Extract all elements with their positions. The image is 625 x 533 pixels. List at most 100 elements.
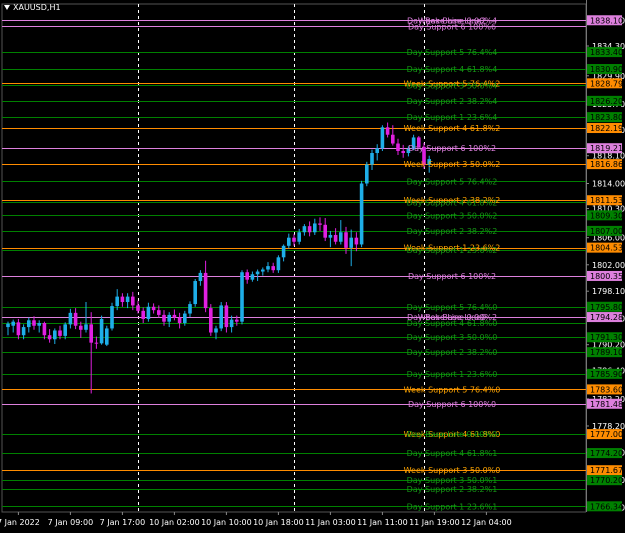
level-label: Day Support 4 61.8%1 xyxy=(407,449,498,458)
candle-body xyxy=(193,281,197,305)
candle-body xyxy=(396,143,400,151)
candle-body xyxy=(203,272,208,309)
candle-body xyxy=(141,310,145,319)
level-label: Day Support 6 100%2 xyxy=(408,144,496,153)
price-tag-label: 1783.60 xyxy=(590,385,623,394)
candle-body xyxy=(94,342,99,344)
level-label: Week Support 5 76.4%0 xyxy=(404,385,501,394)
price-tick-label: 1814.00 xyxy=(592,179,625,188)
candle-body xyxy=(162,314,166,322)
level-label: Day Support 3 50.0%0 xyxy=(407,333,498,342)
candle-body xyxy=(318,223,322,225)
candle-body xyxy=(42,323,47,336)
price-tag-label: 1770.20 xyxy=(590,476,623,485)
level-label: Week Support 3 50.0%2 xyxy=(404,160,501,169)
level-label: Day Support 3 50.0%2 xyxy=(407,211,498,220)
candle-body xyxy=(333,234,338,242)
time-tick-label: 7 Jan 17:00 xyxy=(100,518,146,527)
candle-body xyxy=(250,274,255,280)
candle-body xyxy=(307,226,312,233)
level-label: Day Support 6 100%0 xyxy=(408,400,496,409)
time-tick-label: 11 Jan 03:00 xyxy=(305,518,356,527)
candle-body xyxy=(37,323,41,326)
price-tag-label: 1819.21 xyxy=(590,144,623,153)
candlestick-chart[interactable]: Week Base Line2Day Base Line 0.00%4Day S… xyxy=(0,0,625,533)
level-label: Day Support 1 23.6%0 xyxy=(407,370,498,379)
candle-body xyxy=(53,330,57,340)
candle-body xyxy=(261,269,265,272)
candle-body xyxy=(370,153,374,165)
candle-body xyxy=(391,134,395,144)
price-tag-label: 1791.30 xyxy=(590,333,623,342)
price-tag-label: 1771.67 xyxy=(590,466,623,475)
price-tag-label: 1823.80 xyxy=(590,113,623,122)
candle-body xyxy=(89,324,93,343)
candle-body xyxy=(146,306,151,319)
candle-body xyxy=(209,308,213,333)
candle-body xyxy=(63,324,67,336)
candle-body xyxy=(110,306,114,329)
candle-body xyxy=(281,245,286,258)
level-label: Day Support 3 50.0%1 xyxy=(407,476,498,485)
candle-body xyxy=(224,305,229,328)
level-label: Day Support 2 38.2%0 xyxy=(407,348,498,357)
candle-body xyxy=(73,312,78,326)
candle-body xyxy=(188,304,192,314)
candle-body xyxy=(276,257,281,271)
chart-window[interactable]: Week Base Line2 Day Base Line 0.00%4 Day S… xyxy=(0,0,625,533)
candle-body xyxy=(323,224,327,238)
level-label: Day Support 5 76.4%4 xyxy=(407,48,498,57)
level-label: Day Support 1 23.6%4 xyxy=(407,113,498,122)
symbol-label: XAUUSD,H1 xyxy=(4,3,61,12)
candle-body xyxy=(354,237,359,245)
candle-body xyxy=(245,272,249,280)
candle-body xyxy=(287,237,291,246)
level-label: Day Support 5 76.4%0 xyxy=(407,303,498,312)
candle-body xyxy=(255,271,260,275)
price-tag-label: 1826.20 xyxy=(590,97,623,106)
price-tick-label: 1802.00 xyxy=(592,261,625,270)
chevron-down-icon[interactable] xyxy=(4,5,10,10)
price-tick-label: 1798.10 xyxy=(592,287,625,296)
level-label: Week Support 4 61.8%2 xyxy=(404,124,501,133)
time-tick-label: 11 Jan 19:00 xyxy=(409,518,460,527)
candle-body xyxy=(198,272,203,282)
price-tag-label: 1785.90 xyxy=(590,370,623,379)
price-tag-label: 1809.30 xyxy=(590,211,623,220)
price-tag-label: 1816.86 xyxy=(590,160,623,169)
level-label: Day Support 5 76.4%2 xyxy=(407,177,498,186)
candle-body xyxy=(229,319,234,328)
symbol-label-text: XAUUSD,H1 xyxy=(13,3,61,12)
candle-body xyxy=(58,330,62,336)
candle-body xyxy=(172,314,177,318)
level-label: Day Support 4 61.8%0 xyxy=(407,319,498,328)
level-label: Day Support 1 23.6%1 xyxy=(407,502,498,511)
price-tag-label: 1794.28 xyxy=(590,313,623,322)
candle-body xyxy=(79,325,83,330)
candle-body xyxy=(380,127,385,149)
time-tick-label: 10 Jan 18:00 xyxy=(253,518,304,527)
candle-body xyxy=(151,306,156,311)
candle-body xyxy=(11,321,15,326)
level-label: Day Support 2 38.2%2 xyxy=(407,227,498,236)
candle-body xyxy=(328,234,333,238)
candle-body xyxy=(105,328,109,345)
level-label: Week Support 3 50.0%0 xyxy=(404,466,501,475)
level-label: Day Base Line 0.00%0 xyxy=(407,430,497,439)
candle-body xyxy=(313,223,317,233)
candle-body xyxy=(47,335,52,340)
time-tick-label: 7 Jan 09:00 xyxy=(48,518,94,527)
candle-body xyxy=(266,266,270,270)
candle-body xyxy=(297,232,301,242)
level-label: Day Support 2 38.2%4 xyxy=(407,97,498,106)
candle-body xyxy=(125,296,130,303)
candle-body xyxy=(157,310,161,315)
price-tag-label: 1795.80 xyxy=(590,303,623,312)
candle-body xyxy=(365,164,369,184)
candle-body xyxy=(99,318,104,344)
candle-body xyxy=(16,322,21,336)
price-tag-label: 1811.53 xyxy=(590,196,623,205)
level-label: Day Support 4 61.8%4 xyxy=(407,65,498,74)
level-label: Day Support 2 38.2%1 xyxy=(407,485,498,494)
price-tag-label: 1828.79 xyxy=(590,79,623,88)
